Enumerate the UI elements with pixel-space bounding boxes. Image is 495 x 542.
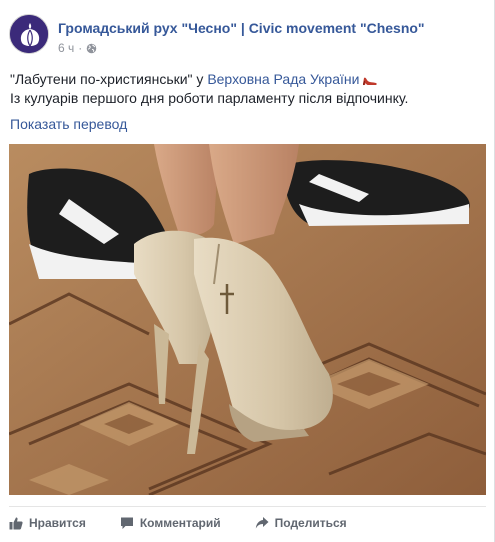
thumbs-up-icon xyxy=(9,517,23,530)
post-text-part1: "Лабутени по-християнськи" у xyxy=(10,71,208,87)
page-avatar[interactable] xyxy=(9,14,49,54)
comment-label: Комментарий xyxy=(139,516,221,530)
globe-icon[interactable] xyxy=(86,43,97,54)
post-header: Громадський рух "Чесно" | Civic movement… xyxy=(9,14,489,58)
like-label: Нравится xyxy=(29,516,86,530)
high-heel-icon xyxy=(362,71,378,87)
share-label: Поделиться xyxy=(274,516,347,530)
post-text-line1: "Лабутени по-християнськи" у Верховна Ра… xyxy=(10,70,485,89)
post-body: "Лабутени по-християнськи" у Верховна Ра… xyxy=(10,70,485,108)
share-button[interactable]: Поделиться xyxy=(255,516,347,530)
actions-divider xyxy=(9,506,486,507)
post-text-line2: Із кулуарів першого дня роботи парламент… xyxy=(10,90,409,106)
post-actions-bar: Нравится Комментарий Поделиться xyxy=(9,513,381,533)
photo-image xyxy=(9,144,486,495)
post-timestamp[interactable]: 6 ч xyxy=(58,41,74,55)
comment-icon xyxy=(120,517,133,529)
post-meta: 6 ч · xyxy=(58,41,97,55)
like-button[interactable]: Нравится xyxy=(9,516,86,530)
comment-button[interactable]: Комментарий xyxy=(120,516,221,530)
garlic-logo-icon xyxy=(10,15,48,53)
tagged-page-link[interactable]: Верховна Рада України xyxy=(207,71,359,87)
page-name-link[interactable]: Громадський рух "Чесно" | Civic movement… xyxy=(58,20,425,36)
post-card: Громадський рух "Чесно" | Civic movement… xyxy=(0,0,495,542)
share-arrow-icon xyxy=(255,517,269,529)
show-translation-link[interactable]: Показать перевод xyxy=(10,116,127,132)
post-photo[interactable] xyxy=(9,144,486,495)
meta-separator: · xyxy=(78,41,83,55)
